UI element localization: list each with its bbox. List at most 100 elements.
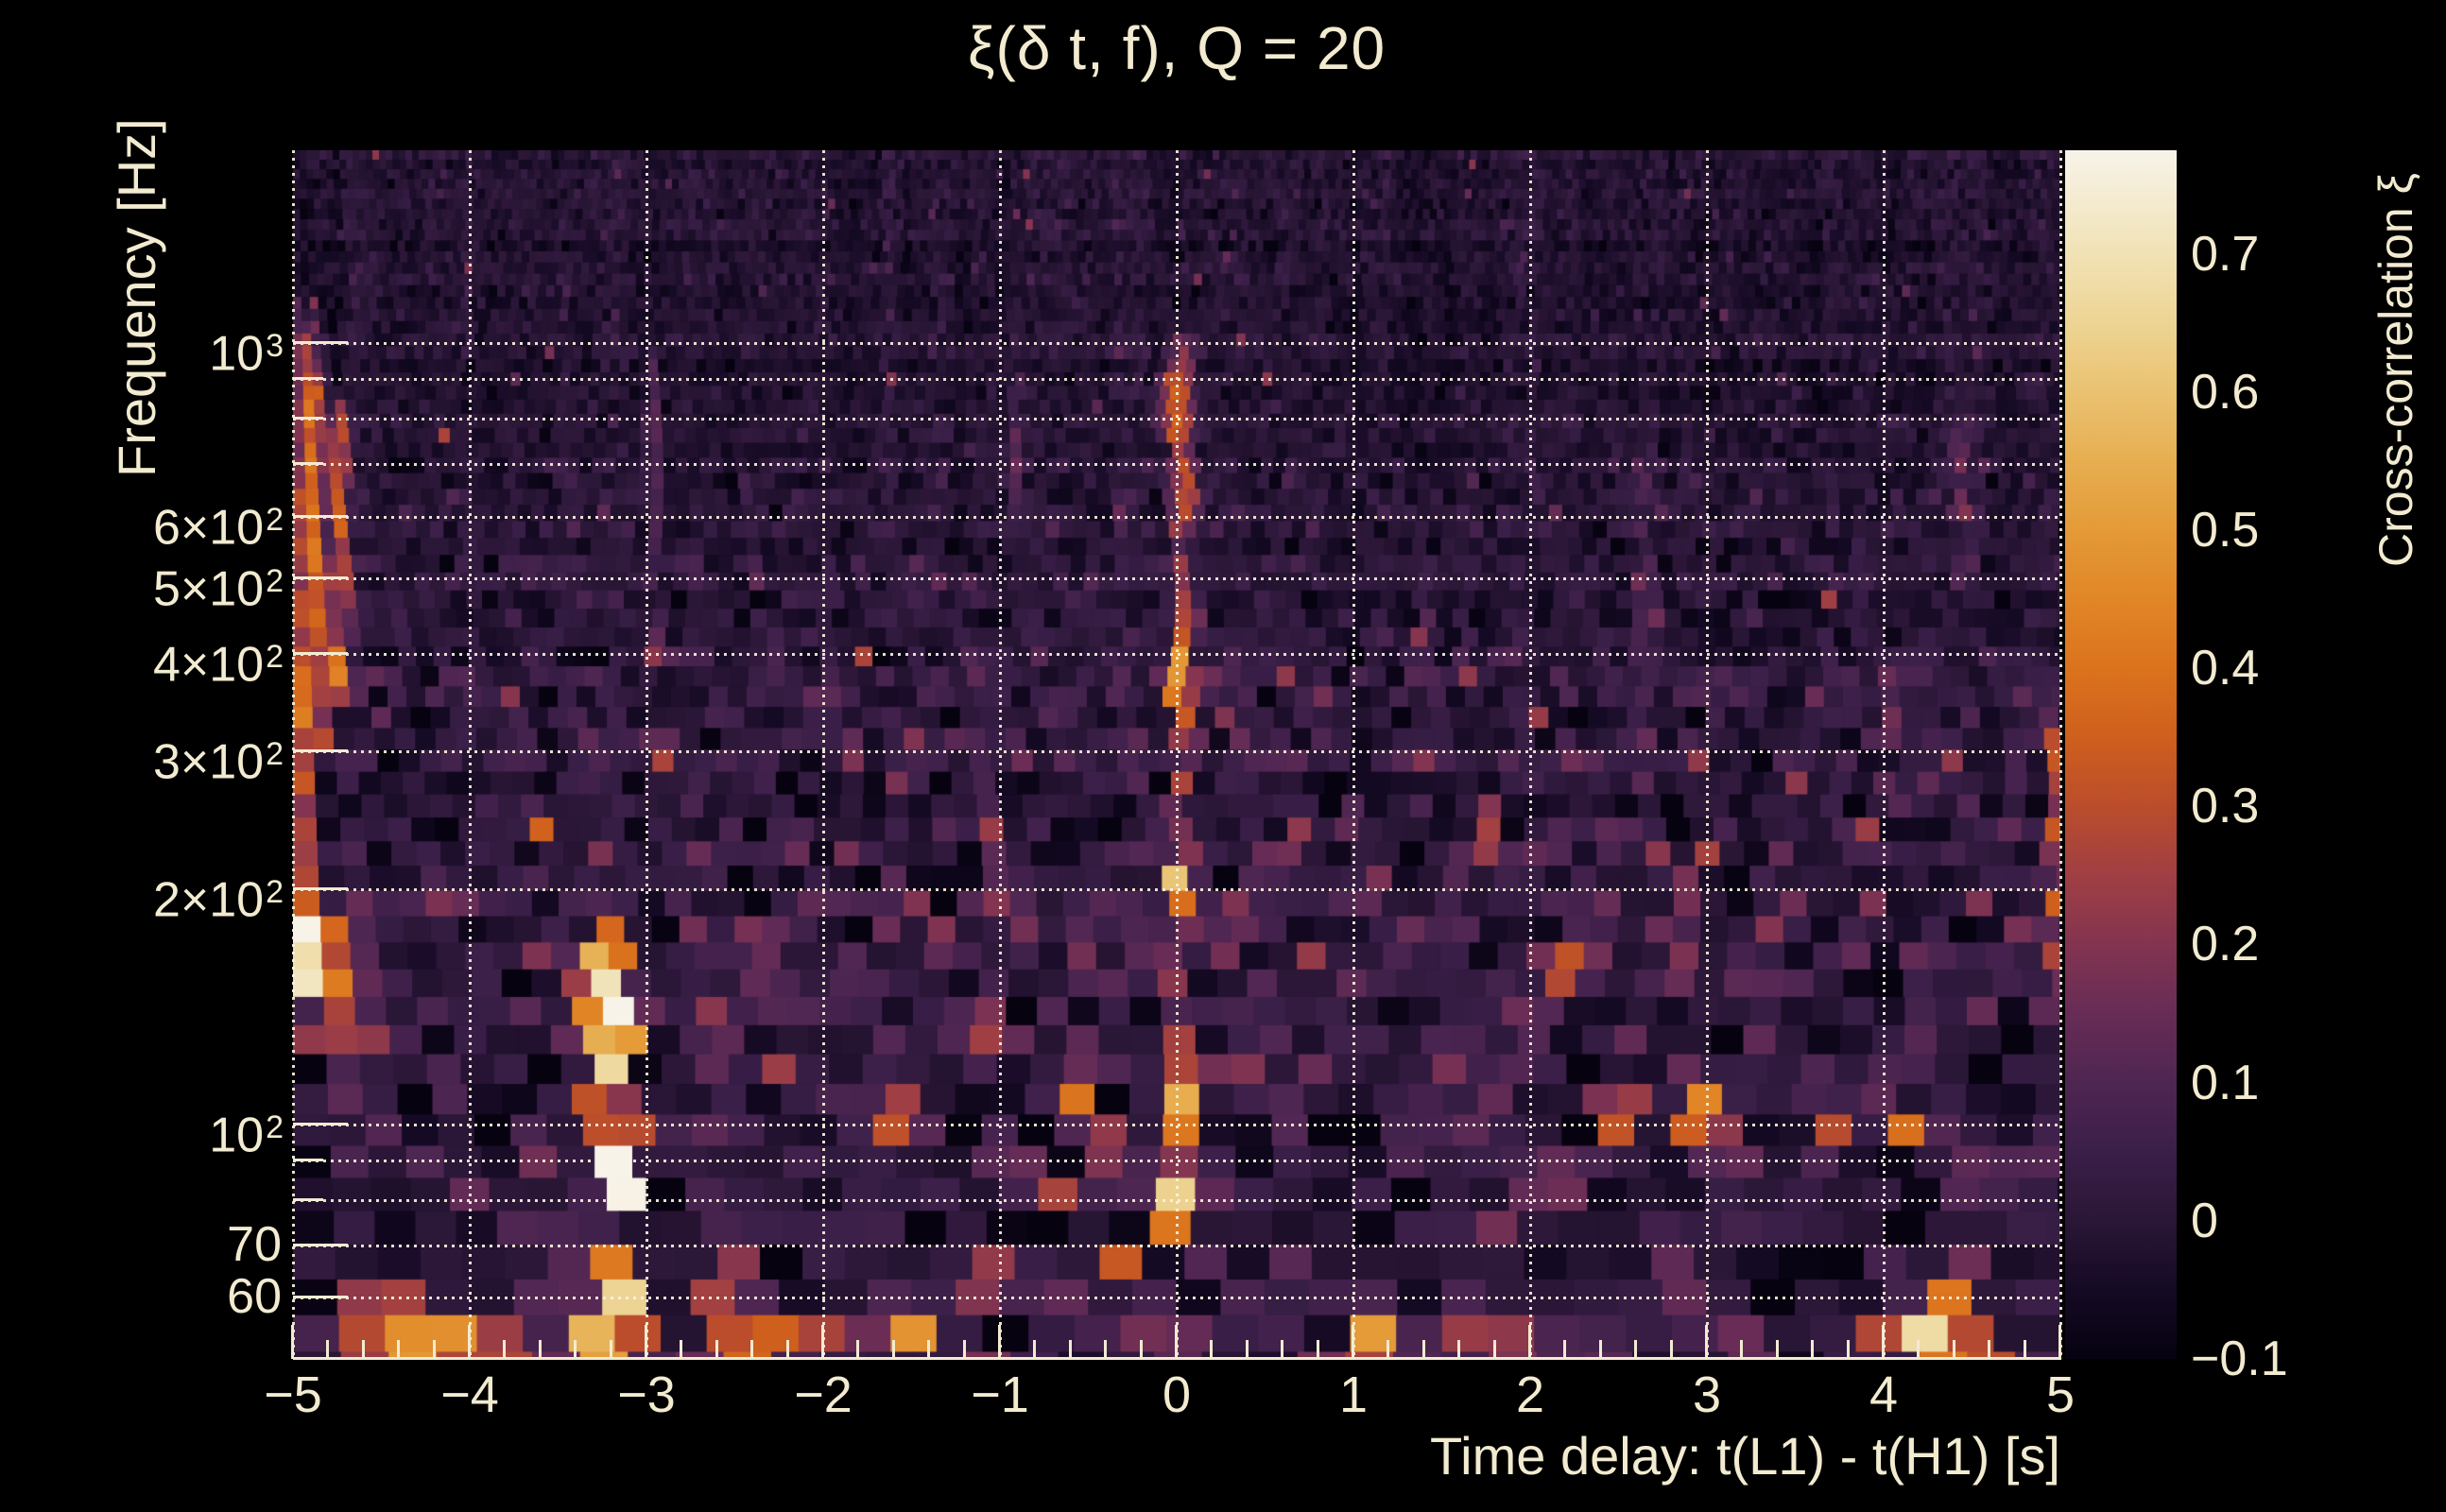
y-gridline — [293, 1123, 2060, 1126]
x-gridline — [822, 150, 825, 1359]
cross-correlation-spectrogram-figure: −5 −4 −3 −2 −1 0 1 2 3 4 5 103 6×102 5×102 4×102 3×102 2… — [0, 0, 2446, 1512]
y-tick-label: 103 — [209, 326, 284, 382]
x-major-tick — [1175, 1325, 1178, 1359]
x-minor-tick — [609, 1340, 612, 1359]
y-gridline — [293, 577, 2060, 581]
x-minor-tick — [750, 1340, 754, 1359]
figure-title: ξ(δ t, f), Q = 20 — [967, 14, 1387, 82]
y-major-tick — [293, 1296, 348, 1299]
y-gridline — [293, 750, 2060, 754]
x-minor-tick — [1245, 1340, 1249, 1359]
x-major-tick — [821, 1325, 824, 1359]
colorbar — [2065, 150, 2177, 1359]
x-tick-label: −4 — [440, 1366, 499, 1423]
y-gridline — [293, 418, 2060, 421]
x-minor-tick — [326, 1340, 330, 1359]
x-minor-tick — [856, 1340, 860, 1359]
x-minor-tick — [1775, 1340, 1779, 1359]
x-minor-tick — [680, 1340, 683, 1359]
x-minor-tick — [1669, 1340, 1673, 1359]
x-gridline — [292, 150, 295, 1359]
x-tick-label: −2 — [794, 1366, 853, 1423]
x-gridline — [1176, 150, 1179, 1359]
x-major-tick — [1882, 1325, 1885, 1359]
x-gridline — [999, 150, 1002, 1359]
colorbar-tick-label: 0.1 — [2191, 1055, 2260, 1110]
y-major-tick — [293, 652, 348, 656]
y-minor-tick — [293, 462, 323, 466]
x-minor-tick — [2023, 1340, 2026, 1359]
x-minor-tick — [538, 1340, 542, 1359]
x-gridline — [469, 150, 472, 1359]
colorbar-tick-label: −0.1 — [2191, 1332, 2288, 1386]
x-gridline — [1352, 150, 1355, 1359]
x-minor-tick — [1917, 1340, 1921, 1359]
x-minor-tick — [927, 1340, 931, 1359]
x-tick-label: −1 — [971, 1366, 1029, 1423]
y-gridline — [293, 653, 2060, 657]
y-gridline — [293, 378, 2060, 381]
x-minor-tick — [397, 1340, 401, 1359]
x-minor-tick — [891, 1340, 895, 1359]
x-minor-tick — [1598, 1340, 1602, 1359]
x-tick-label: 5 — [2045, 1366, 2076, 1423]
y-gridline — [293, 1159, 2060, 1162]
y-tick-label: 2×102 — [152, 872, 284, 928]
x-minor-tick — [1033, 1340, 1037, 1359]
x-axis-title: Time delay: t(L1) - t(H1) [s] — [1430, 1426, 2060, 1486]
x-minor-tick — [1281, 1340, 1284, 1359]
y-minor-tick — [293, 1158, 323, 1161]
colorbar-tick-label: 0.2 — [2191, 917, 2260, 972]
y-minor-tick — [293, 377, 323, 380]
x-minor-tick — [715, 1340, 718, 1359]
x-minor-tick — [1316, 1340, 1319, 1359]
x-minor-tick — [1104, 1340, 1108, 1359]
x-major-tick — [2058, 1325, 2061, 1359]
x-minor-tick — [361, 1340, 365, 1359]
colorbar-tick-label: 0.3 — [2191, 779, 2260, 834]
colorbar-title: Cross-correlation ξ — [2369, 173, 2422, 567]
y-major-tick — [293, 887, 348, 890]
colorbar-tick-label: 0.4 — [2191, 641, 2260, 696]
y-major-tick — [293, 576, 348, 580]
x-tick-label: 2 — [1515, 1366, 1545, 1423]
x-minor-tick — [1740, 1340, 1744, 1359]
y-tick-label: 5×102 — [152, 561, 284, 617]
x-minor-tick — [1988, 1340, 1991, 1359]
x-tick-label: 1 — [1338, 1366, 1369, 1423]
x-minor-tick — [1421, 1340, 1425, 1359]
y-gridline — [293, 463, 2060, 467]
y-gridline — [293, 1244, 2060, 1247]
x-minor-tick — [1811, 1340, 1815, 1359]
y-major-tick — [293, 514, 348, 518]
y-tick-label: 6×102 — [152, 499, 284, 555]
x-major-tick — [998, 1325, 1001, 1359]
x-gridline — [646, 150, 648, 1359]
x-tick-label: −5 — [264, 1366, 322, 1423]
x-minor-tick — [1952, 1340, 1955, 1359]
y-gridline — [293, 888, 2060, 891]
y-tick-label: 3×102 — [152, 734, 284, 790]
y-major-tick — [293, 749, 348, 753]
x-gridline — [1529, 150, 1532, 1359]
x-tick-label: −3 — [617, 1366, 676, 1423]
colorbar-tick-label: 0.7 — [2191, 226, 2260, 282]
colorbar-tick-label: 0 — [2191, 1193, 2218, 1248]
y-tick-label: 60 — [227, 1269, 282, 1325]
x-minor-tick — [432, 1340, 436, 1359]
y-gridline — [293, 515, 2060, 519]
y-tick-label: 102 — [209, 1108, 284, 1163]
x-major-tick — [1528, 1325, 1531, 1359]
x-minor-tick — [574, 1340, 577, 1359]
x-tick-label: 4 — [1869, 1366, 1899, 1423]
x-major-tick — [1352, 1325, 1354, 1359]
y-minor-tick — [293, 1197, 323, 1201]
x-major-tick — [291, 1325, 294, 1359]
colorbar-tick-label: 0.6 — [2191, 364, 2260, 420]
x-axis-line — [293, 1357, 2061, 1360]
x-minor-tick — [962, 1340, 966, 1359]
x-minor-tick — [1563, 1340, 1567, 1359]
x-minor-tick — [1068, 1340, 1072, 1359]
y-major-tick — [293, 341, 348, 345]
x-minor-tick — [1210, 1340, 1214, 1359]
